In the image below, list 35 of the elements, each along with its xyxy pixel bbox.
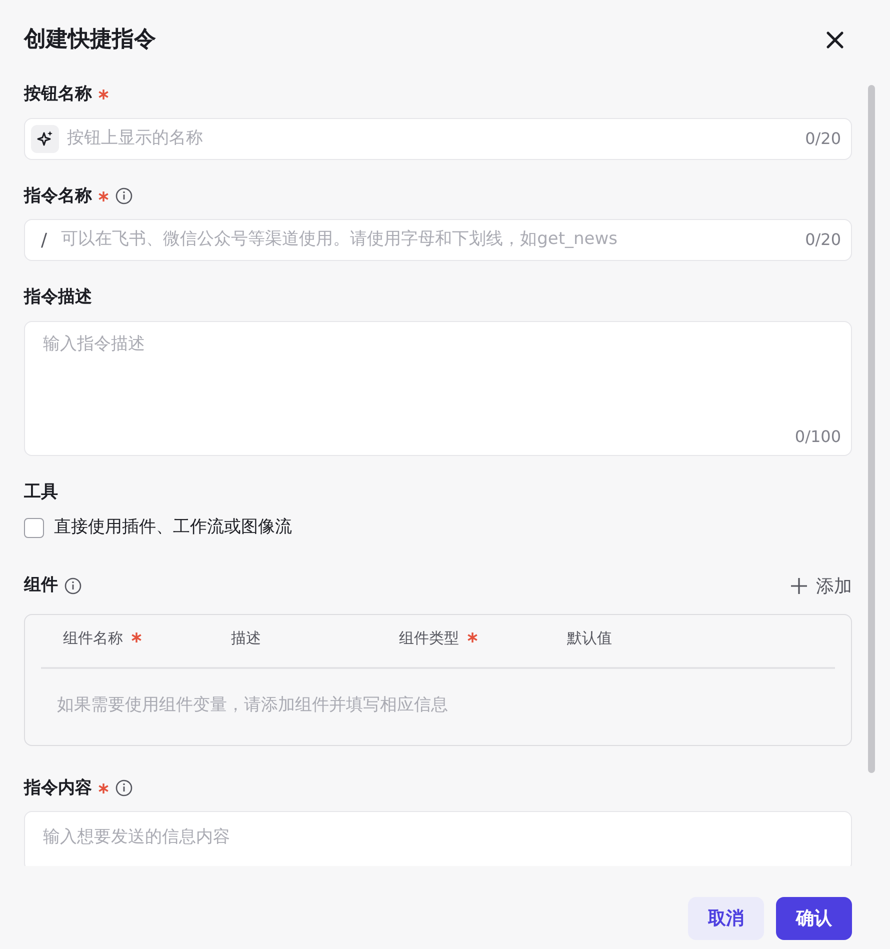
- plus-icon[interactable]: [790, 577, 808, 595]
- text-input[interactable]: 可以在飞书、微信公众号等渠道使用。请使用字母和下划线，如get_news: [59, 226, 806, 254]
- field-label: 指令内容: [24, 776, 92, 800]
- char-counter: 0/100: [794, 426, 841, 448]
- text-input[interactable]: 按钮上显示的名称: [65, 124, 806, 152]
- char-counter: 0/20: [805, 128, 841, 150]
- close-icon[interactable]: [826, 30, 844, 49]
- checkbox-label: 直接使用插件、工作流或图像流: [54, 516, 292, 539]
- dialog-title: 创建快捷指令: [24, 26, 156, 54]
- info-icon[interactable]: [115, 187, 133, 206]
- text-input[interactable]: 输入想要发送的信息内容: [41, 824, 841, 852]
- column-header: 描述: [231, 628, 261, 648]
- input-field[interactable]: / 可以在飞书、微信公众号等渠道使用。请使用字母和下划线，如get_news 0/20: [24, 219, 852, 261]
- slash-prefix: /: [41, 228, 48, 252]
- sparkle-icon[interactable]: [31, 124, 59, 152]
- textarea-field[interactable]: 输入指令描述 0/100: [24, 320, 852, 456]
- scrollbar-thumb[interactable]: [868, 85, 875, 773]
- empty-message: 如果需要使用组件变量，请添加组件并填写相应信息: [56, 694, 449, 717]
- add-button[interactable]: 添加: [790, 572, 852, 600]
- field-label: 指令名称: [24, 184, 92, 208]
- column-header: 默认值: [567, 628, 612, 648]
- info-icon[interactable]: [115, 779, 133, 798]
- column-header: 组件类型: [399, 628, 459, 648]
- field-label: 按钮名称: [24, 83, 92, 106]
- field-label: 组件: [24, 574, 58, 598]
- input-field[interactable]: 输入想要发送的信息内容: [24, 811, 852, 866]
- column-header: 组件名称: [63, 628, 123, 648]
- field-label: 工具: [24, 480, 58, 504]
- input-field[interactable]: 按钮上显示的名称 0/20: [24, 118, 852, 160]
- cancel-button[interactable]: 取消: [688, 897, 764, 940]
- info-icon[interactable]: [64, 577, 82, 595]
- confirm-button[interactable]: 确认: [776, 897, 852, 940]
- field-label: 指令描述: [24, 286, 92, 309]
- char-counter: 0/20: [805, 229, 841, 251]
- checkbox[interactable]: [24, 518, 44, 538]
